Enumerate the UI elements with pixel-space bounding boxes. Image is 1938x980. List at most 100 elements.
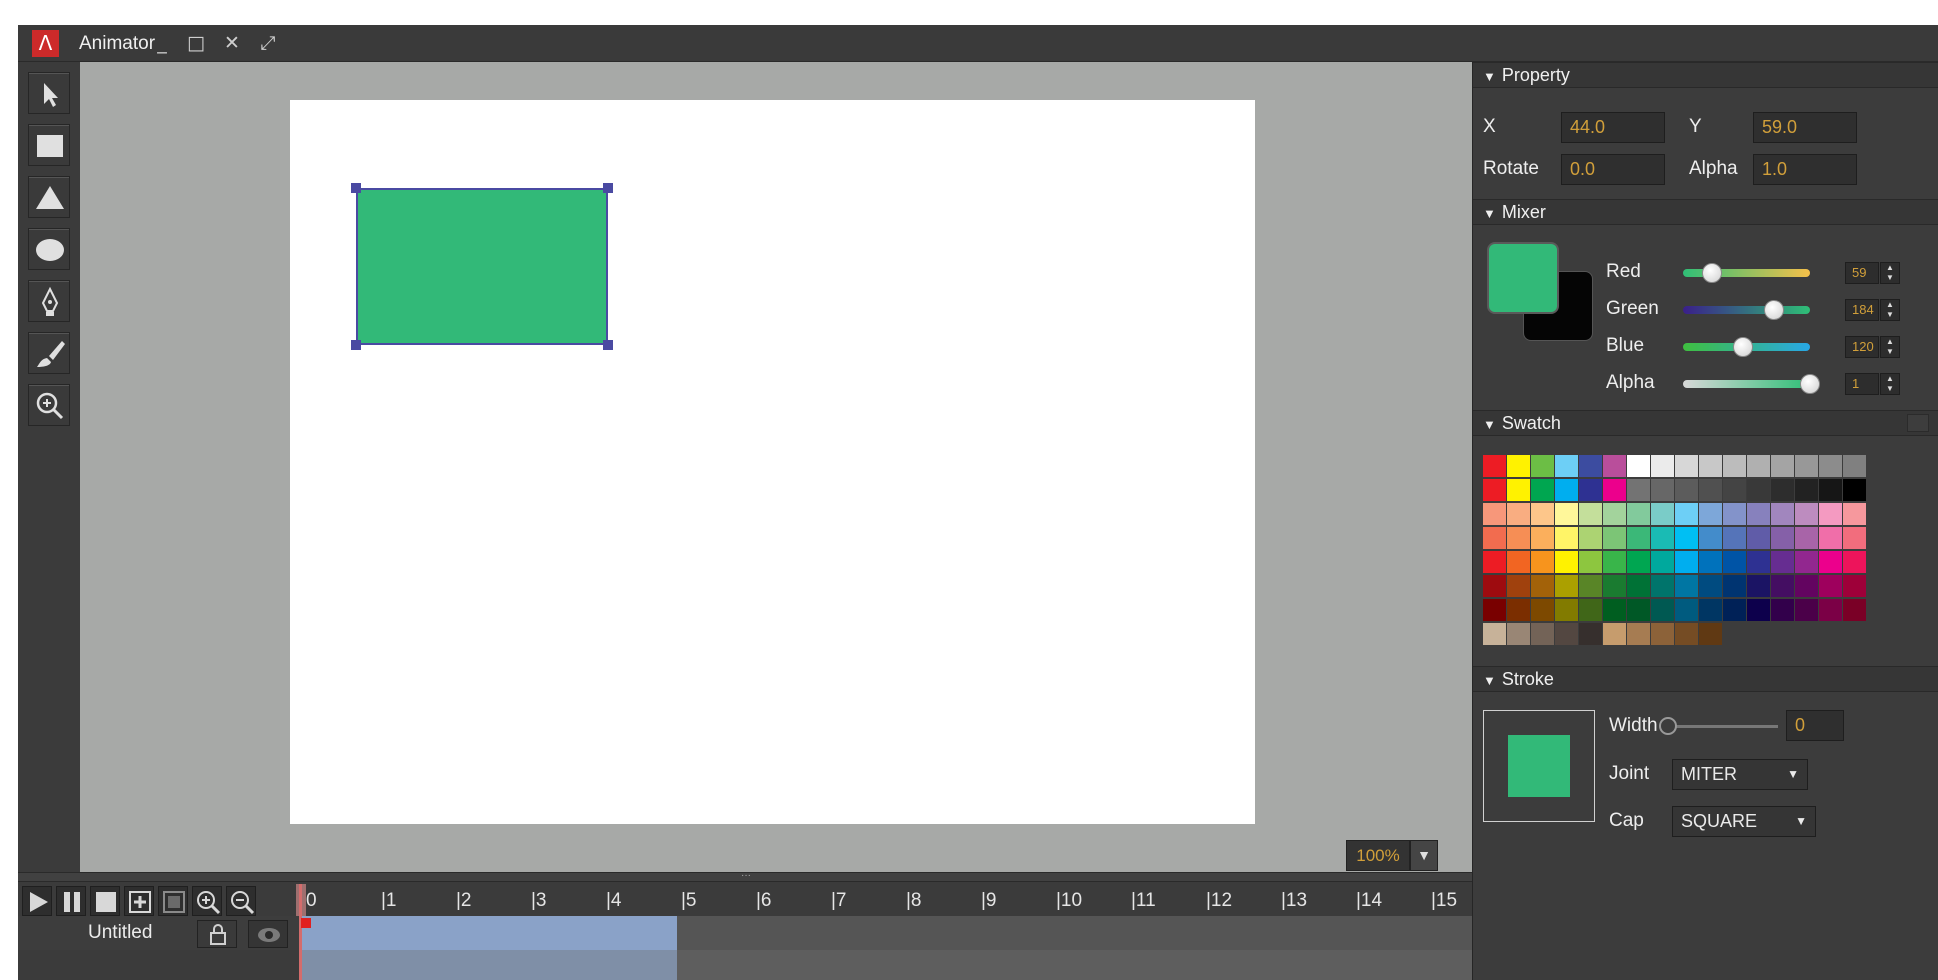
swatch-color[interactable] [1555, 623, 1578, 645]
swatch-color[interactable] [1843, 599, 1866, 621]
stop-button[interactable] [90, 886, 120, 916]
swatch-color[interactable] [1651, 503, 1674, 525]
swatch-color[interactable] [1843, 575, 1866, 597]
swatch-color[interactable] [1699, 551, 1722, 573]
stroke-width-field[interactable]: 0 [1786, 710, 1844, 741]
swatch-color[interactable] [1555, 551, 1578, 573]
mixer-blue-value[interactable]: 120 [1845, 336, 1879, 358]
swatch-color[interactable] [1627, 599, 1650, 621]
swatch-color[interactable] [1819, 527, 1842, 549]
swatch-color[interactable] [1795, 503, 1818, 525]
mixer-red-knob[interactable] [1702, 263, 1723, 283]
swatch-color[interactable] [1603, 479, 1626, 501]
swatch-color[interactable] [1555, 527, 1578, 549]
cap-dropdown[interactable]: SQUARE ▼ [1672, 806, 1816, 837]
timeline-splitter[interactable]: ··· [18, 871, 1472, 882]
swatch-color[interactable] [1483, 551, 1506, 573]
mixer-green-knob[interactable] [1764, 300, 1785, 320]
swatch-color[interactable] [1579, 455, 1602, 477]
swatch-color[interactable] [1675, 575, 1698, 597]
swatch-color[interactable] [1651, 551, 1674, 573]
swatch-color[interactable] [1555, 503, 1578, 525]
swatch-color[interactable] [1603, 503, 1626, 525]
lock-layer-button[interactable] [197, 920, 237, 948]
spinner-arrows-icon[interactable]: ▲ ▼ [1880, 299, 1900, 321]
swatch-color[interactable] [1819, 575, 1842, 597]
swatch-color[interactable] [1627, 479, 1650, 501]
swatch-color[interactable] [1819, 551, 1842, 573]
swatch-color[interactable] [1723, 503, 1746, 525]
swatch-color[interactable] [1675, 503, 1698, 525]
mixer-alpha-value[interactable]: 1 [1845, 373, 1879, 395]
joint-dropdown[interactable]: MITER ▼ [1672, 759, 1808, 790]
swatch-color[interactable] [1699, 623, 1722, 645]
swatch-color[interactable] [1579, 527, 1602, 549]
swatch-color[interactable] [1483, 503, 1506, 525]
frame-ruler[interactable]: 0 |1 |2 |3 |4 |5 |6 |7 |8 |9 |10 |11 |12 |13 |14 |15 [300, 886, 1472, 916]
swatch-color[interactable] [1531, 551, 1554, 573]
alpha-field[interactable]: 1.0 [1753, 154, 1857, 185]
pause-button[interactable] [56, 886, 86, 916]
swatch-color[interactable] [1603, 527, 1626, 549]
swatch-color[interactable] [1483, 455, 1506, 477]
spinner-arrows-icon[interactable]: ▲ ▼ [1880, 373, 1900, 395]
swatch-color[interactable] [1603, 599, 1626, 621]
swatch-color[interactable] [1723, 551, 1746, 573]
swatch-color[interactable] [1699, 455, 1722, 477]
toggle-visibility-button[interactable] [248, 920, 288, 948]
rectangle-tool-button[interactable] [28, 124, 70, 166]
swatch-color[interactable] [1771, 479, 1794, 501]
swatch-color[interactable] [1555, 479, 1578, 501]
swatch-color[interactable] [1603, 551, 1626, 573]
swatch-color[interactable] [1795, 599, 1818, 621]
remove-keyframe-button[interactable] [158, 886, 188, 916]
swatch-color[interactable] [1771, 599, 1794, 621]
timeline-zoom-in-button[interactable] [192, 886, 222, 916]
swatch-color[interactable] [1723, 479, 1746, 501]
swatch-color[interactable] [1579, 575, 1602, 597]
mixer-green-slider[interactable] [1683, 306, 1810, 314]
swatch-color[interactable] [1843, 479, 1866, 501]
swatch-color[interactable] [1699, 575, 1722, 597]
play-button[interactable] [22, 886, 52, 916]
swatch-color[interactable] [1795, 527, 1818, 549]
swatch-color[interactable] [1699, 479, 1722, 501]
swatch-color[interactable] [1555, 599, 1578, 621]
mixer-alpha-slider[interactable] [1683, 380, 1810, 388]
keyframe-marker[interactable] [301, 918, 311, 928]
swatch-color[interactable] [1795, 551, 1818, 573]
zoom-dropdown-button[interactable]: ▼ [1410, 840, 1438, 871]
swatch-color[interactable] [1771, 551, 1794, 573]
swatch-color[interactable] [1531, 527, 1554, 549]
swatch-color[interactable] [1723, 455, 1746, 477]
swatch-color[interactable] [1483, 623, 1506, 645]
swatch-color[interactable] [1795, 575, 1818, 597]
swatch-color[interactable] [1675, 551, 1698, 573]
swatch-color[interactable] [1651, 527, 1674, 549]
swatch-color[interactable] [1531, 623, 1554, 645]
rectangle-shape[interactable] [356, 188, 608, 345]
mixer-green-value[interactable]: 184 [1845, 299, 1879, 321]
swatch-color[interactable] [1651, 479, 1674, 501]
swatch-color[interactable] [1747, 503, 1770, 525]
swatch-color[interactable] [1771, 455, 1794, 477]
swatch-color[interactable] [1747, 551, 1770, 573]
swatch-color[interactable] [1747, 455, 1770, 477]
minimize-button[interactable]: _ [150, 25, 174, 62]
swatch-color[interactable] [1507, 503, 1530, 525]
swatch-color[interactable] [1555, 455, 1578, 477]
swatch-color[interactable] [1675, 455, 1698, 477]
swatch-color[interactable] [1699, 527, 1722, 549]
swatch-color[interactable] [1627, 575, 1650, 597]
zoom-tool-button[interactable] [28, 384, 70, 426]
swatch-color[interactable] [1507, 551, 1530, 573]
swatch-color[interactable] [1747, 575, 1770, 597]
rotate-field[interactable]: 0.0 [1561, 154, 1665, 185]
swatch-color[interactable] [1675, 599, 1698, 621]
close-button[interactable]: ✕ [220, 25, 244, 62]
swatch-color[interactable] [1795, 455, 1818, 477]
swatch-color[interactable] [1531, 599, 1554, 621]
spinner-arrows-icon[interactable]: ▲ ▼ [1880, 262, 1900, 284]
add-keyframe-button[interactable] [124, 886, 154, 916]
stroke-section-header[interactable]: ▼ Stroke [1473, 666, 1938, 692]
